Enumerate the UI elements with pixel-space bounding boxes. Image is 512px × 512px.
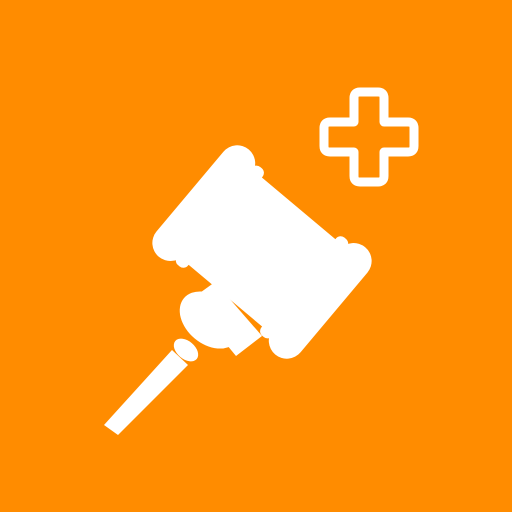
- app-icon: [0, 0, 512, 512]
- app-icon-artwork: [0, 0, 512, 512]
